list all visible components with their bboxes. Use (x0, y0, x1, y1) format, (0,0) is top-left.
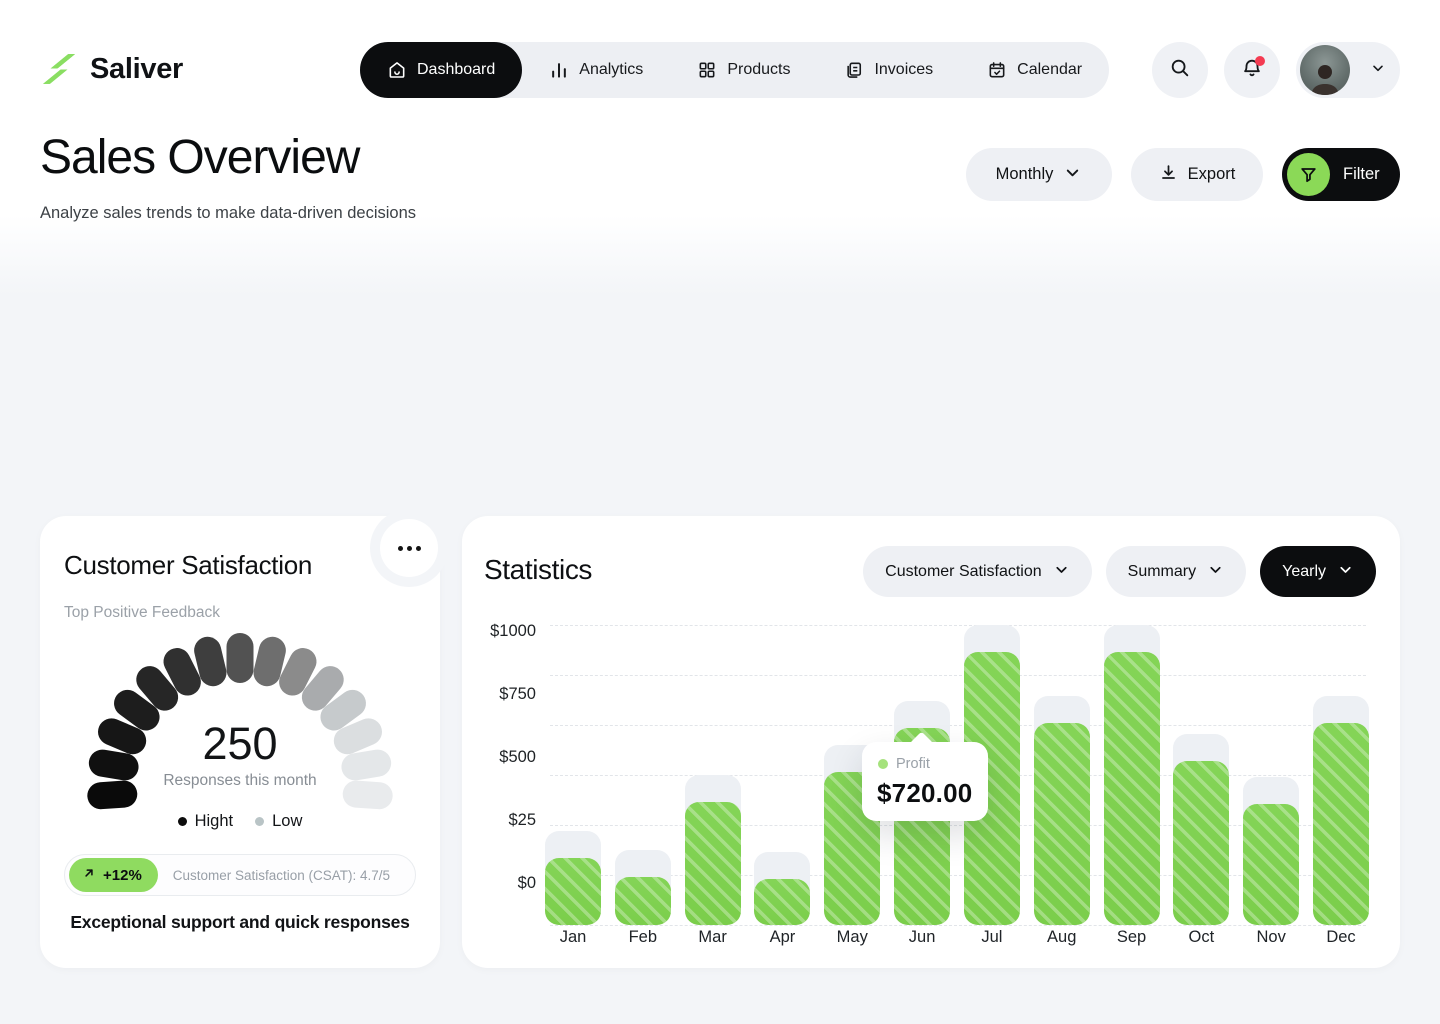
x-axis-label-nov: Nov (1236, 928, 1306, 947)
satisfaction-card-subtitle: Top Positive Feedback (64, 604, 220, 622)
invoices-icon (844, 60, 864, 80)
x-axis-label-oct: Oct (1166, 928, 1236, 947)
top-actions (1152, 42, 1400, 98)
gridline (550, 725, 1366, 726)
nav-item-label: Dashboard (417, 61, 495, 79)
saliver-logo-icon (40, 52, 78, 86)
x-axis-label-may: May (817, 928, 887, 947)
legend-item-high: Hight (178, 812, 234, 831)
bar-aug[interactable] (1034, 723, 1090, 925)
period-dropdown[interactable]: Monthly (966, 148, 1112, 201)
nav-item-invoices[interactable]: Invoices (817, 42, 960, 98)
gridline (550, 925, 1366, 926)
nav-item-dashboard[interactable]: Dashboard (360, 42, 522, 98)
csat-delta-value: +12% (103, 867, 142, 884)
nav-item-calendar[interactable]: Calendar (960, 42, 1109, 98)
y-axis-tick: $500 (462, 748, 536, 767)
gauge-caption: Responses this month (40, 772, 440, 790)
satisfaction-card-title: Customer Satisfaction (64, 550, 312, 581)
legend-dot-low (255, 817, 264, 826)
chart-tooltip: Profit $720.00 (862, 742, 988, 821)
legend-low-label: Low (272, 812, 302, 831)
y-axis-tick: $750 (462, 685, 536, 704)
nav-item-analytics[interactable]: Analytics (522, 42, 670, 98)
export-button[interactable]: Export (1131, 148, 1263, 201)
gauge-value: 250 (40, 718, 440, 770)
bar-feb[interactable] (615, 877, 671, 925)
csat-badge-text: Customer Satisfaction (CSAT): 4.7/5 (158, 868, 415, 883)
nav-item-label: Products (727, 61, 790, 79)
bar-mar[interactable] (685, 802, 741, 925)
gauge-legend: Hight Low (40, 812, 440, 831)
tooltip-series-dot (878, 759, 888, 769)
csat-badge: +12% Customer Satisfaction (CSAT): 4.7/5 (64, 854, 416, 896)
gridline (550, 675, 1366, 676)
bar-nov[interactable] (1243, 804, 1299, 925)
x-axis-label-jul: Jul (957, 928, 1027, 947)
y-axis-tick: $1000 (462, 622, 536, 641)
tooltip-series-label: Profit (896, 756, 930, 772)
legend-item-low: Low (255, 812, 302, 831)
gauge-petal (227, 633, 254, 683)
y-axis-tick: $25 (462, 811, 536, 830)
brand-logo[interactable]: Saliver (40, 52, 183, 86)
notifications-button[interactable] (1224, 42, 1280, 98)
chevron-down-icon (1370, 60, 1386, 81)
export-button-label: Export (1188, 165, 1236, 184)
filter-button[interactable]: Filter (1282, 148, 1400, 201)
arrow-up-right-icon (82, 866, 96, 884)
bar-apr[interactable] (754, 879, 810, 925)
search-button[interactable] (1152, 42, 1208, 98)
period-dropdown-label: Monthly (996, 165, 1054, 184)
tooltip-value: $720.00 (862, 772, 988, 809)
main-nav: Dashboard Analytics Products Invoices Calend… (360, 42, 1109, 98)
gridline (550, 625, 1366, 626)
bar-dec[interactable] (1313, 723, 1369, 925)
hero-controls: Monthly Export Filter (966, 148, 1400, 201)
x-axis-label-aug: Aug (1027, 928, 1097, 947)
notification-badge (1255, 56, 1265, 66)
chevron-down-icon (1063, 163, 1082, 187)
card-more-button[interactable] (380, 519, 438, 577)
x-axis-label-jun: Jun (887, 928, 957, 947)
x-axis-label-sep: Sep (1097, 928, 1167, 947)
nav-item-label: Calendar (1017, 61, 1082, 79)
x-axis-label-feb: Feb (608, 928, 678, 947)
bar-jan[interactable] (545, 858, 601, 925)
home-icon (387, 60, 407, 80)
download-icon (1159, 163, 1178, 187)
nav-item-label: Invoices (874, 61, 933, 79)
search-icon (1169, 57, 1191, 84)
legend-dot-high (178, 817, 187, 826)
y-axis-tick: $0 (462, 874, 536, 893)
satisfaction-statement: Exceptional support and quick responses (40, 912, 440, 933)
x-axis-label-jan: Jan (538, 928, 608, 947)
more-dots-icon (398, 546, 403, 551)
bar-chart-icon (549, 60, 569, 80)
page-title: Sales Overview (40, 130, 359, 185)
page-subtitle: Analyze sales trends to make data-driven… (40, 204, 416, 223)
nav-item-label: Analytics (579, 61, 643, 79)
statistics-card: Statistics Customer SatisfactionSummaryY… (462, 516, 1400, 968)
customer-satisfaction-card: Customer Satisfaction Top Positive Feedb… (40, 516, 440, 968)
profit-bar-chart: Profit $720.00 $1000$750$500$25$0JanFebM… (462, 516, 1400, 968)
more-dots-icon (416, 546, 421, 551)
bar-oct[interactable] (1173, 761, 1229, 925)
grid-icon (697, 60, 717, 80)
legend-high-label: Hight (195, 812, 234, 831)
x-axis-label-mar: Mar (678, 928, 748, 947)
csat-delta-chip: +12% (69, 858, 158, 892)
filter-button-label: Filter (1343, 165, 1380, 184)
user-avatar (1300, 45, 1350, 95)
x-axis-label-apr: Apr (747, 928, 817, 947)
bar-sep[interactable] (1104, 652, 1160, 925)
filter-icon (1287, 153, 1330, 196)
brand-name: Saliver (90, 53, 183, 86)
tooltip-series-row: Profit (862, 742, 988, 772)
more-dots-icon (407, 546, 412, 551)
calendar-icon (987, 60, 1007, 80)
nav-item-products[interactable]: Products (670, 42, 817, 98)
user-menu[interactable] (1296, 42, 1400, 98)
x-axis-label-dec: Dec (1306, 928, 1376, 947)
